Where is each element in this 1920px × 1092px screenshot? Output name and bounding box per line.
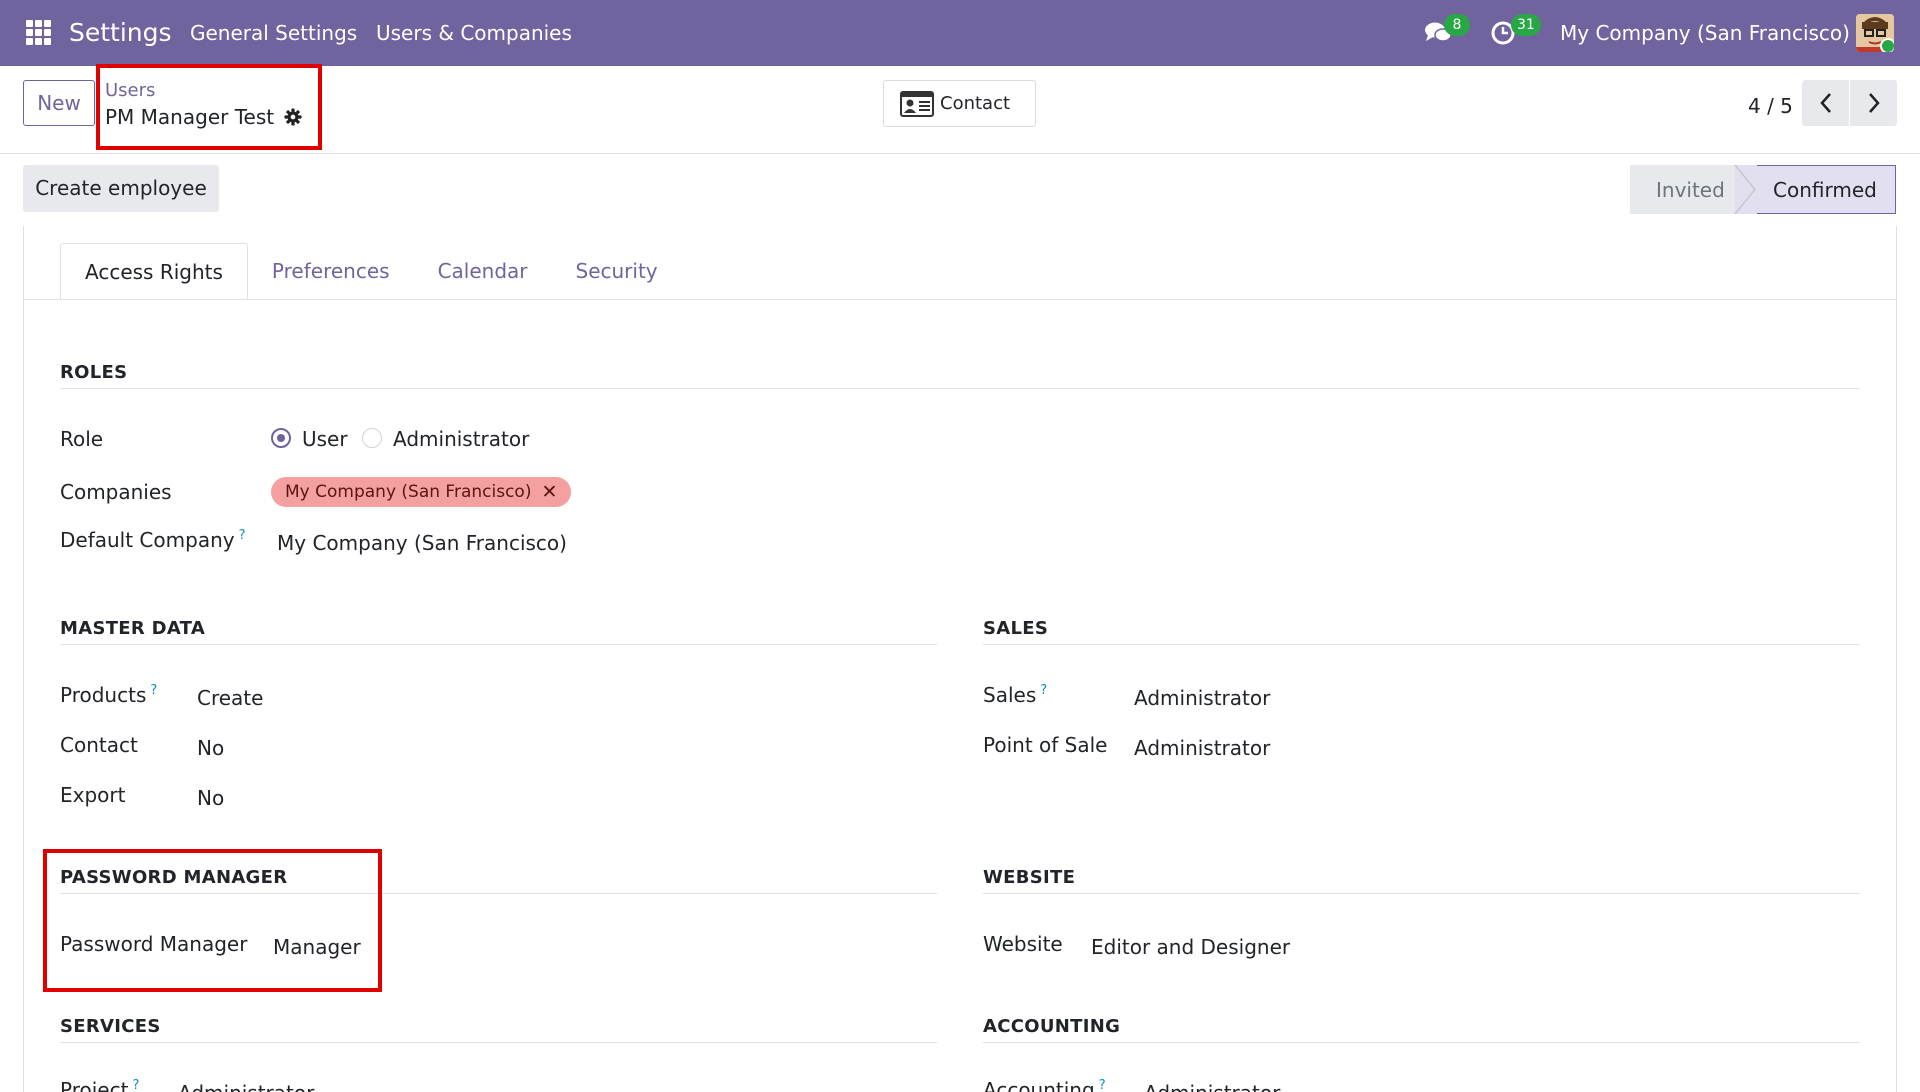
help-icon[interactable]: ?	[1040, 683, 1047, 698]
status-bar: Invited Confirmed	[1630, 165, 1896, 214]
menu-general-settings[interactable]: General Settings	[190, 21, 357, 45]
products-label: Products?	[60, 683, 158, 707]
tab-preferences[interactable]: Preferences	[248, 243, 414, 300]
contact-value[interactable]: No	[197, 736, 224, 760]
create-employee-button[interactable]: Create employee	[23, 165, 219, 212]
companies-label: Companies	[60, 480, 172, 504]
help-icon[interactable]: ?	[239, 528, 246, 543]
chevron-right-icon	[1868, 93, 1880, 113]
default-company-value[interactable]: My Company (San Francisco)	[277, 531, 567, 555]
messages-button[interactable]: 8	[1424, 14, 1470, 50]
section-divider	[983, 644, 1860, 645]
radio-role-user[interactable]	[271, 428, 291, 448]
menu-users-companies[interactable]: Users & Companies	[376, 21, 572, 45]
tab-access-rights[interactable]: Access Rights	[60, 243, 248, 300]
project-label: Project?	[60, 1078, 140, 1092]
online-status-dot	[1880, 38, 1894, 52]
section-divider	[60, 388, 1860, 389]
products-value[interactable]: Create	[197, 686, 263, 710]
section-title-services: SERVICES	[60, 1016, 161, 1037]
sales-label: Sales?	[983, 683, 1048, 707]
app-title[interactable]: Settings	[69, 18, 172, 47]
highlight-box-breadcrumb	[96, 64, 322, 150]
section-divider	[983, 893, 1860, 894]
role-label: Role	[60, 427, 104, 451]
section-title-sales: SALES	[983, 618, 1049, 639]
new-button[interactable]: New	[23, 80, 95, 126]
user-avatar[interactable]	[1856, 14, 1894, 52]
contact-label: Contact	[940, 93, 1011, 114]
chevron-left-icon	[1819, 93, 1831, 113]
default-company-label: Default Company?	[60, 528, 246, 552]
company-tag-label: My Company (San Francisco)	[285, 482, 532, 502]
company-tag: My Company (San Francisco) ✕	[271, 477, 572, 507]
section-divider	[983, 1042, 1860, 1043]
export-value[interactable]: No	[197, 786, 224, 810]
sales-value[interactable]: Administrator	[1134, 686, 1270, 710]
help-icon[interactable]: ?	[132, 1078, 139, 1092]
accounting-value[interactable]: Administrator	[1144, 1081, 1280, 1092]
tab-calendar[interactable]: Calendar	[414, 243, 552, 300]
section-title-master-data: MASTER DATA	[60, 618, 206, 639]
pager-next-button[interactable]	[1850, 80, 1897, 126]
accounting-label: Accounting?	[983, 1078, 1106, 1092]
point-of-sale-label: Point of Sale	[983, 733, 1108, 757]
contact-smart-button[interactable]: Contact	[883, 80, 1036, 127]
app-grid-icon[interactable]	[26, 20, 51, 45]
section-title-roles: ROLES	[60, 362, 128, 383]
section-title-accounting: ACCOUNTING	[983, 1016, 1121, 1037]
radio-role-administrator[interactable]	[362, 428, 382, 448]
section-title-website: WEBSITE	[983, 867, 1076, 888]
stage-confirmed[interactable]: Confirmed	[1735, 165, 1896, 214]
help-icon[interactable]: ?	[1099, 1078, 1106, 1092]
section-divider	[60, 644, 937, 645]
messages-badge: 8	[1444, 14, 1470, 36]
help-icon[interactable]: ?	[150, 683, 157, 698]
highlight-box-password-manager	[43, 849, 382, 992]
stage-invited[interactable]: Invited	[1630, 165, 1735, 214]
company-switcher[interactable]: My Company (San Francisco)	[1560, 21, 1850, 45]
stage-arrow	[1733, 165, 1757, 214]
pager-previous-button[interactable]	[1802, 80, 1849, 126]
remove-tag-icon[interactable]: ✕	[541, 477, 557, 507]
section-divider	[60, 1042, 937, 1043]
website-label: Website	[983, 932, 1063, 956]
top-navbar: Settings General Settings Users & Compan…	[0, 0, 1920, 66]
point-of-sale-value[interactable]: Administrator	[1134, 736, 1270, 760]
contact-card-icon	[900, 90, 934, 117]
tab-security[interactable]: Security	[552, 243, 682, 300]
contact-label: Contact	[60, 733, 138, 757]
pager-value[interactable]: 4 / 5	[1748, 94, 1793, 118]
project-value[interactable]: Administrator	[178, 1081, 314, 1092]
activities-button[interactable]: 31	[1491, 14, 1541, 50]
website-value[interactable]: Editor and Designer	[1091, 935, 1290, 959]
role-option-administrator[interactable]: Administrator	[393, 427, 529, 451]
activities-badge: 31	[1511, 14, 1541, 36]
role-option-user[interactable]: User	[302, 427, 348, 451]
notebook-tabs: Access Rights Preferences Calendar Secur…	[60, 243, 682, 300]
tab-divider	[24, 299, 1896, 300]
export-label: Export	[60, 783, 126, 807]
